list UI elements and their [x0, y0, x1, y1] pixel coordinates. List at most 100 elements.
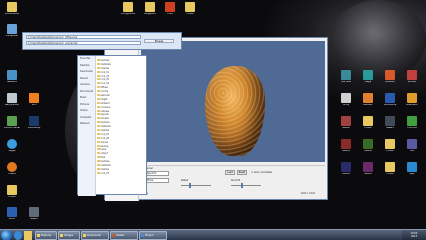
folder-icon [97, 164, 100, 167]
desktop-icon[interactable]: Documents [2, 2, 22, 22]
app-icon [385, 70, 395, 80]
desktop-icon[interactable]: Illustrator [402, 93, 422, 113]
desktop: Entrypoints Ringpoint Foxit Folder Docum… [0, 0, 426, 240]
taskbar-button[interactable]: Downloads [81, 231, 109, 240]
desktop-icon[interactable]: Firefox [2, 162, 22, 182]
desktop-icon[interactable]: Word [2, 207, 22, 227]
steam-icon [29, 207, 39, 217]
app-icon [363, 162, 373, 172]
desktop-icon[interactable]: Folder [358, 116, 378, 136]
path-input-2[interactable]: C:\Users\Desktop\textures\rock_normal.tg… [26, 41, 141, 45]
desktop-icon[interactable]: Recycle Bin [2, 93, 22, 113]
taskbar-button[interactable]: Project [139, 231, 167, 240]
desktop-icon[interactable]: Steam [380, 116, 400, 136]
viewer-icon [112, 234, 115, 237]
desktop-icon[interactable]: Blender [358, 93, 378, 113]
desktop-icon[interactable]: Game [336, 116, 356, 136]
list-item-label: rock_01 [100, 70, 110, 74]
taskbar-button-label: Project [145, 234, 154, 237]
folder-icon [97, 101, 100, 104]
desktop-icon[interactable]: Game [358, 139, 378, 159]
list-item-label: rock_06 [100, 136, 110, 140]
ie-icon[interactable] [14, 231, 22, 240]
folder-icon [97, 62, 100, 65]
desktop-icon[interactable]: Skype [2, 139, 22, 159]
desktop-icon[interactable]: Steam [24, 207, 44, 227]
folder-icon [97, 136, 100, 139]
folder-icon [97, 70, 100, 73]
folder-icon [97, 132, 100, 135]
list-item-label: meshes [100, 129, 110, 133]
list-item-label: output [100, 152, 108, 156]
load-button[interactable]: Load [225, 170, 235, 175]
taskbar-button-label: Explorer [41, 234, 52, 237]
desktop-icon[interactable]: Maya [358, 70, 378, 90]
detail-slider[interactable] [181, 185, 211, 186]
list-item-label: rock_03 [100, 78, 110, 82]
desktop-icon[interactable]: Unity [336, 93, 356, 113]
desktop-icon[interactable]: Game [336, 162, 356, 182]
list-item-label: rock_05 [100, 132, 110, 136]
taskbar-button[interactable]: Explorer [35, 231, 57, 240]
desktop-icon[interactable]: VLC [24, 93, 44, 113]
desktop-icon[interactable]: Folder [2, 185, 22, 205]
nav-item[interactable]: Network [78, 121, 95, 128]
list-item-label: rock_07 [100, 171, 110, 175]
desktop-icon[interactable]: Folder [380, 162, 400, 182]
smooth-slider[interactable] [231, 185, 261, 186]
folder-icon [145, 2, 155, 12]
pdf-icon [165, 2, 175, 12]
nav-item[interactable]: Downloads [78, 69, 95, 76]
folder-icon [97, 94, 100, 97]
taskbar-button[interactable]: Viewer [110, 231, 138, 240]
folder-icon [97, 171, 100, 174]
3d-viewport[interactable] [141, 41, 325, 162]
desktop-icon[interactable]: Chrome [402, 116, 422, 136]
firefox-icon [7, 162, 17, 172]
desktop-icon[interactable]: Tool [402, 139, 422, 159]
folder-icon [97, 105, 100, 108]
folder-icon [97, 86, 100, 89]
desktop-icon[interactable]: 3ds Max [336, 70, 356, 90]
desktop-icon[interactable]: Folder [180, 2, 200, 22]
desktop-icon[interactable]: Computer [2, 24, 22, 44]
folder-icon [97, 74, 100, 77]
desktop-icon[interactable]: Network [2, 70, 22, 90]
folder-icon [97, 59, 100, 61]
desktop-icon[interactable]: Photoshop [24, 116, 44, 136]
desktop-icon[interactable]: Game [358, 162, 378, 182]
detail-slider-thumb[interactable] [189, 183, 191, 188]
list-item-label: meshes [100, 66, 110, 70]
folder-icon [363, 116, 373, 126]
viewer-statusbar: Ready 1024 x 1024 [141, 191, 325, 197]
desktop-icon[interactable]: Entrypoints [118, 2, 138, 22]
taskbar-button-label: Viewer [116, 234, 125, 237]
desktop-icon[interactable]: ZBrush [402, 70, 422, 90]
start-button[interactable] [1, 230, 12, 240]
explorer-icon[interactable] [24, 231, 32, 240]
desktop-icon[interactable]: Ringpoint [140, 2, 160, 22]
app-icon [407, 93, 417, 103]
folder-icon [97, 156, 100, 159]
explorer-nav-pane: Favorites Desktop Downloads Recent Libra… [78, 56, 96, 196]
photoshop-icon [29, 116, 39, 126]
list-item-label: materials [100, 125, 111, 129]
system-tray-clock[interactable]: 18:54 2013 [402, 230, 426, 240]
browse-button[interactable]: Browse [144, 39, 174, 43]
smooth-slider-thumb[interactable] [241, 183, 243, 188]
desktop-icon[interactable]: Folder [380, 139, 400, 159]
path-input-1[interactable]: C:\Users\Desktop\textures\rock_diffuse.t… [26, 35, 141, 39]
list-item-label: rock_02 [100, 74, 110, 78]
taskbar-button[interactable]: Images [58, 231, 80, 240]
auto-normalize-checkbox[interactable]: ☐ Auto normalize [251, 171, 272, 174]
desktop-icon[interactable]: Photoshop [380, 93, 400, 113]
list-item[interactable]: rock_07 [97, 171, 147, 176]
word-icon [7, 207, 17, 217]
desktop-icon[interactable]: Game [336, 139, 356, 159]
documents-icon [7, 2, 17, 12]
desktop-icon[interactable]: Foxit [160, 2, 180, 22]
desktop-icon[interactable]: Control Panel [2, 116, 22, 136]
reset-button[interactable]: Reset [237, 170, 247, 175]
desktop-icon[interactable]: App [402, 162, 422, 182]
desktop-icon[interactable]: Mudbox [380, 70, 400, 90]
